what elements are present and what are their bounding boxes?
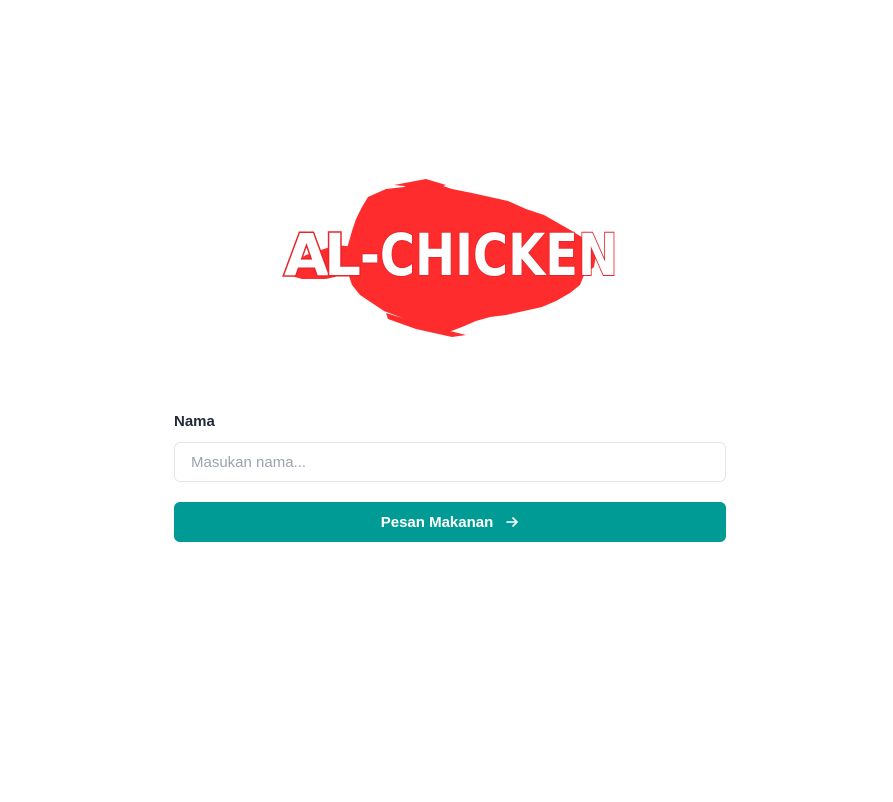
order-page: A L -CHICKEN Nama Pesan Makanan: [0, 0, 893, 802]
logo-word-chicken: -CHICKEN: [360, 221, 618, 289]
arrow-right-icon: [506, 517, 519, 527]
logo-letter-l: L: [324, 221, 361, 289]
order-food-button[interactable]: Pesan Makanan: [174, 502, 726, 542]
name-input[interactable]: [174, 442, 726, 482]
order-form: Nama Pesan Makanan: [174, 412, 726, 542]
name-label: Nama: [174, 413, 215, 430]
logo-letter-a: A: [284, 221, 329, 289]
order-food-button-label: Pesan Makanan: [380, 513, 494, 531]
logo-graphic: A L -CHICKEN: [283, 179, 619, 337]
brand-logo: A L -CHICKEN: [276, 175, 624, 337]
